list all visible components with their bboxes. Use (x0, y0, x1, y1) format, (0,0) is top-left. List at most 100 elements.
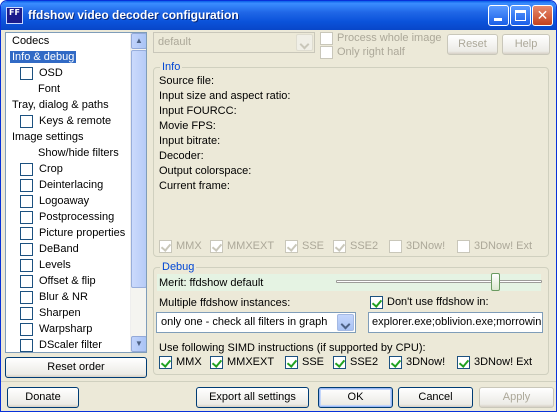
close-button[interactable]: ✕ (532, 5, 553, 26)
simd-label: SSE (302, 240, 325, 252)
config-window: FF ffdshow video decoder configuration ✕… (0, 0, 557, 412)
checkbox-icon (285, 355, 298, 369)
filter-checkbox[interactable] (20, 114, 33, 128)
chevron-down-icon (337, 314, 354, 331)
filter-checkbox[interactable] (20, 322, 33, 336)
tree-item[interactable]: Image settings (6, 130, 132, 146)
simd-label: SSE2 (350, 356, 379, 368)
close-icon: ✕ (536, 7, 549, 23)
filter-checkbox[interactable] (20, 290, 33, 304)
ffdshow-app-icon: FF (6, 7, 23, 24)
tree-item-label: OSD (39, 67, 63, 79)
simd-label: MMX (176, 356, 202, 368)
simd-mmxext-checkbox[interactable]: MMXEXT (210, 239, 274, 253)
tree-item[interactable]: DScaler filter (6, 338, 132, 352)
filter-checkbox[interactable] (20, 274, 33, 288)
apply-button[interactable]: Apply (479, 387, 554, 408)
checkbox-icon (210, 239, 223, 253)
filter-checkbox[interactable] (20, 178, 33, 192)
simd-3dnow--checkbox[interactable]: 3DNow! (389, 239, 445, 253)
tree-item[interactable]: Font (6, 82, 132, 98)
checkbox-icon (389, 355, 402, 369)
simd-mmx-checkbox[interactable]: MMX (159, 239, 202, 253)
simd-3dnow-ext-checkbox[interactable]: 3DNow! Ext (457, 239, 532, 253)
filter-checkbox[interactable] (20, 226, 33, 240)
maximize-button[interactable] (510, 5, 531, 26)
filter-checkbox[interactable] (20, 306, 33, 320)
instances-value: only one - check all filters in graph (161, 316, 328, 328)
filter-checkbox[interactable] (20, 242, 33, 256)
scroll-thumb[interactable] (131, 50, 146, 288)
tree-item[interactable]: Postprocessing (6, 210, 132, 226)
tree-item[interactable]: Picture properties (6, 226, 132, 242)
tree-item[interactable]: Crop (6, 162, 132, 178)
tree-item[interactable]: Sharpen (6, 306, 132, 322)
reset-button[interactable]: Reset (447, 34, 498, 55)
title-bar[interactable]: FF ffdshow video decoder configuration ✕ (1, 1, 556, 30)
simd-label: MMXEXT (227, 240, 275, 252)
simd-sse-checkbox[interactable]: SSE (285, 239, 324, 253)
merit-slider-thumb[interactable] (491, 273, 500, 291)
tree-item-label: Font (38, 83, 61, 95)
tree-item[interactable]: Deinterlacing (6, 178, 132, 194)
checkbox-icon (210, 355, 223, 369)
simd-3dnow--checkbox[interactable]: 3DNow! (389, 355, 445, 369)
info-line: Source file: (159, 75, 215, 87)
donate-button[interactable]: Donate (7, 387, 79, 408)
filter-checkbox[interactable] (20, 162, 33, 176)
info-line: Decoder: (159, 150, 204, 162)
tree-item-label: Blur & NR (39, 291, 88, 303)
simd-sse-checkbox[interactable]: SSE (285, 355, 324, 369)
tree-item[interactable]: DeBand (6, 242, 132, 258)
ok-button[interactable]: OK (318, 387, 393, 408)
filter-checkbox[interactable] (20, 66, 33, 80)
simd-label: Use following SIMD instructions (if supp… (159, 342, 426, 354)
tree-item[interactable]: Tray, dialog & paths (6, 98, 132, 114)
filter-checkbox[interactable] (20, 210, 33, 224)
preset-select[interactable]: default (153, 32, 315, 53)
export-settings-button[interactable]: Export all settings (196, 387, 309, 408)
tree-item-label: Offset & flip (39, 275, 96, 287)
tree-item[interactable]: Info & debug (6, 50, 132, 66)
filter-checkbox[interactable] (20, 338, 33, 352)
tree-item[interactable]: Show/hide filters (6, 146, 132, 162)
tree-item[interactable]: Warpsharp (6, 322, 132, 338)
tree-item[interactable]: Blur & NR (6, 290, 132, 306)
tree-scrollbar[interactable]: ▲ ▼ (130, 33, 146, 352)
tree-item[interactable]: Levels (6, 258, 132, 274)
instances-select[interactable]: only one - check all filters in graph (156, 312, 356, 333)
scroll-up-button[interactable]: ▲ (131, 33, 146, 49)
dont-use-field[interactable]: explorer.exe;oblivion.exe;morrowin (368, 312, 543, 333)
debug-group-title: Debug (160, 261, 197, 273)
cancel-button[interactable]: Cancel (398, 387, 473, 408)
multiple-instances-label: Multiple ffdshow instances: (159, 297, 291, 309)
tree-item[interactable]: Logoaway (6, 194, 132, 210)
minimize-button[interactable] (488, 5, 509, 26)
only-right-half-label: Only right half (337, 46, 405, 58)
simd-sse2-checkbox[interactable]: SSE2 (333, 239, 378, 253)
scroll-down-button[interactable]: ▼ (131, 336, 146, 352)
tree-item[interactable]: Codecs (6, 34, 132, 50)
merit-slider-track[interactable] (336, 280, 542, 283)
settings-tree[interactable]: Codecs Info & debug OSD Font Tray, dialog & … (5, 32, 147, 353)
simd-3dnow-ext-checkbox[interactable]: 3DNow! Ext (457, 355, 532, 369)
only-right-half-checkbox[interactable]: Only right half (320, 45, 405, 59)
tree-item-label: Warpsharp (39, 323, 93, 335)
simd-sse2-checkbox[interactable]: SSE2 (333, 355, 378, 369)
filter-checkbox[interactable] (20, 258, 33, 272)
checkbox-icon (320, 45, 333, 59)
simd-mmxext-checkbox[interactable]: MMXEXT (210, 355, 274, 369)
simd-mmx-checkbox[interactable]: MMX (159, 355, 202, 369)
tree-item[interactable]: Keys & remote (6, 114, 132, 130)
tree-item[interactable]: OSD (6, 66, 132, 82)
tree-item-label: Levels (39, 259, 71, 271)
reset-order-button[interactable]: Reset order (5, 357, 147, 378)
tree-item-label: Tray, dialog & paths (12, 99, 109, 111)
simd-label: MMX (176, 240, 202, 252)
dont-use-checkbox[interactable]: Don't use ffdshow in: (370, 295, 489, 309)
process-whole-image-checkbox[interactable]: Process whole image (320, 31, 442, 45)
filter-checkbox[interactable] (20, 194, 33, 208)
help-button[interactable]: Help (502, 34, 550, 55)
tree-item[interactable]: Offset & flip (6, 274, 132, 290)
window-title: ffdshow video decoder configuration (28, 8, 239, 22)
